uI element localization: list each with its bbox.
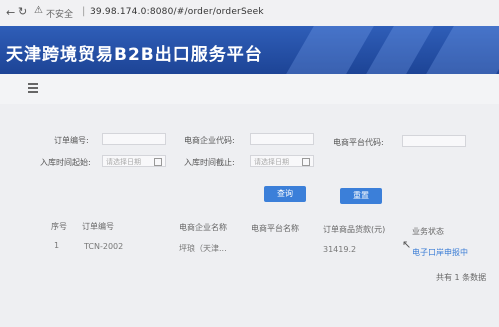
end-date-placeholder: 请选择日期	[254, 158, 289, 166]
cell-order-no: TCN-2002	[84, 242, 124, 251]
order-no-label: 订单编号:	[54, 136, 89, 145]
toolbar	[0, 74, 499, 105]
header-banner: 天津跨境贸易B2B出口服务平台	[0, 26, 499, 74]
end-date-input[interactable]: 请选择日期	[250, 155, 314, 167]
banner-decoration	[426, 26, 499, 74]
order-no-input[interactable]	[102, 133, 166, 145]
start-date-input[interactable]: 请选择日期	[102, 155, 166, 167]
security-label[interactable]: 不安全	[46, 7, 73, 20]
platform-code-input[interactable]	[402, 135, 466, 147]
col-header-index: 序号	[51, 222, 67, 231]
col-header-amount: 订单商品货款(元)	[323, 225, 386, 234]
start-date-placeholder: 请选择日期	[106, 158, 141, 166]
search-button[interactable]: 查询	[264, 186, 306, 202]
mouse-cursor-icon: ↖	[402, 238, 412, 251]
search-panel: 订单编号: 电商企业代码: 电商平台代码: 入库时间起始: 请选择日期 入库时间…	[0, 104, 499, 327]
url-separator: |	[82, 6, 86, 17]
col-header-order-no: 订单编号	[82, 222, 114, 231]
reset-button[interactable]: 重置	[340, 188, 382, 204]
col-header-ecom-name: 电商企业名称	[179, 223, 227, 232]
warning-icon[interactable]: ⚠	[34, 5, 43, 16]
cell-status-link[interactable]: 电子口岸申报中	[412, 247, 468, 258]
browser-address-bar: ← ↻ ⚠ 不安全 | 39.98.174.0:8080/#/order/ord…	[0, 0, 499, 27]
cell-amount: 31419.2	[323, 245, 357, 254]
url-text[interactable]: 39.98.174.0:8080/#/order/orderSeek	[90, 7, 264, 17]
back-arrow-icon[interactable]: ←	[6, 6, 15, 19]
total-count: 共有 1 条数据	[436, 273, 487, 282]
site-title: 天津跨境贸易B2B出口服务平台	[6, 45, 263, 65]
banner-decoration	[366, 26, 434, 74]
ecom-code-label: 电商企业代码:	[184, 136, 235, 145]
col-header-platform-name: 电商平台名称	[251, 224, 299, 233]
menu-toggle-icon[interactable]	[28, 83, 38, 93]
ecom-code-input[interactable]	[250, 133, 314, 145]
calendar-icon[interactable]	[302, 158, 310, 166]
reload-icon[interactable]: ↻	[18, 5, 27, 18]
cell-ecom-name: 坪琅（天津...	[179, 244, 227, 253]
platform-code-label: 电商平台代码:	[333, 138, 384, 147]
banner-decoration	[286, 26, 374, 74]
cell-index: 1	[54, 241, 60, 250]
start-time-label: 入库时间起始:	[40, 158, 91, 167]
calendar-icon[interactable]	[154, 158, 162, 166]
col-header-status: 业务状态	[412, 227, 444, 236]
end-time-label: 入库时间截止:	[184, 158, 235, 167]
